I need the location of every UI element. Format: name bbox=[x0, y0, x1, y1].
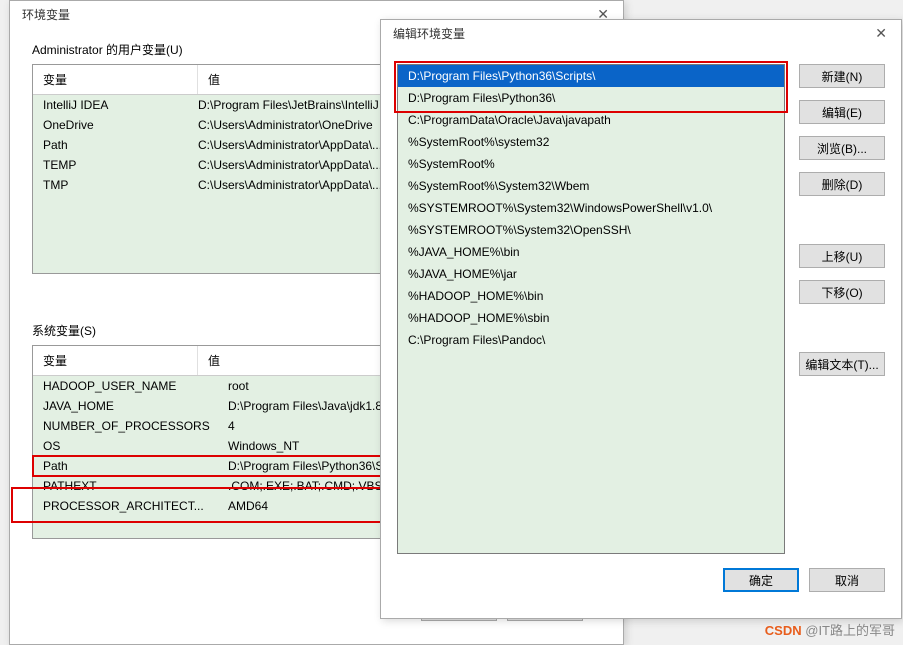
var-name: TMP bbox=[33, 178, 198, 192]
list-item[interactable]: %SystemRoot%\System32\Wbem bbox=[398, 175, 784, 197]
path-list[interactable]: D:\Program Files\Python36\Scripts\D:\Pro… bbox=[397, 64, 785, 554]
var-name: Path bbox=[33, 459, 228, 473]
var-name: Path bbox=[33, 138, 198, 152]
list-item[interactable]: %JAVA_HOME%\jar bbox=[398, 263, 784, 285]
dialog1-title: 环境变量 bbox=[22, 6, 70, 23]
var-name: HADOOP_USER_NAME bbox=[33, 379, 228, 393]
move-down-button[interactable]: 下移(O) bbox=[799, 280, 885, 304]
list-item[interactable]: %JAVA_HOME%\bin bbox=[398, 241, 784, 263]
ok-button[interactable]: 确定 bbox=[723, 568, 799, 592]
var-name: PROCESSOR_ARCHITECT... bbox=[33, 499, 228, 513]
dialog2-title: 编辑环境变量 bbox=[393, 25, 465, 42]
dialog2-body: D:\Program Files\Python36\Scripts\D:\Pro… bbox=[381, 46, 901, 568]
edit-env-var-dialog: 编辑环境变量 ✕ D:\Program Files\Python36\Scrip… bbox=[380, 19, 902, 619]
list-item[interactable]: D:\Program Files\Python36\Scripts\ bbox=[398, 65, 784, 87]
col-var[interactable]: 变量 bbox=[33, 65, 198, 94]
list-item[interactable]: C:\ProgramData\Oracle\Java\javapath bbox=[398, 109, 784, 131]
close-icon[interactable]: ✕ bbox=[869, 25, 893, 42]
cancel-button[interactable]: 取消 bbox=[809, 568, 885, 592]
var-name: OneDrive bbox=[33, 118, 198, 132]
list-item[interactable]: %HADOOP_HOME%\sbin bbox=[398, 307, 784, 329]
dialog2-titlebar: 编辑环境变量 ✕ bbox=[381, 20, 901, 46]
edit-button[interactable]: 编辑(E) bbox=[799, 100, 885, 124]
dialog2-footer: 确定 取消 bbox=[381, 568, 901, 606]
var-name: TEMP bbox=[33, 158, 198, 172]
csdn-logo: CSDN bbox=[765, 623, 802, 638]
watermark-author: @IT路上的军哥 bbox=[805, 623, 895, 638]
new-button[interactable]: 新建(N) bbox=[799, 64, 885, 88]
var-name: JAVA_HOME bbox=[33, 399, 228, 413]
list-item[interactable]: D:\Program Files\Python36\ bbox=[398, 87, 784, 109]
var-name: NUMBER_OF_PROCESSORS bbox=[33, 419, 228, 433]
delete-button[interactable]: 删除(D) bbox=[799, 172, 885, 196]
list-item[interactable]: %SystemRoot% bbox=[398, 153, 784, 175]
list-item[interactable]: %SystemRoot%\system32 bbox=[398, 131, 784, 153]
list-item[interactable]: %HADOOP_HOME%\bin bbox=[398, 285, 784, 307]
watermark: CSDN @IT路上的军哥 bbox=[765, 620, 895, 639]
browse-button[interactable]: 浏览(B)... bbox=[799, 136, 885, 160]
list-item[interactable]: C:\Program Files\Pandoc\ bbox=[398, 329, 784, 351]
list-item[interactable]: %SYSTEMROOT%\System32\WindowsPowerShell\… bbox=[398, 197, 784, 219]
var-name: IntelliJ IDEA bbox=[33, 98, 198, 112]
list-item[interactable]: %SYSTEMROOT%\System32\OpenSSH\ bbox=[398, 219, 784, 241]
dialog2-side-buttons: 新建(N) 编辑(E) 浏览(B)... 删除(D) 上移(U) 下移(O) 编… bbox=[799, 64, 885, 554]
move-up-button[interactable]: 上移(U) bbox=[799, 244, 885, 268]
var-name: PATHEXT bbox=[33, 479, 228, 493]
col-var[interactable]: 变量 bbox=[33, 346, 198, 375]
edit-text-button[interactable]: 编辑文本(T)... bbox=[799, 352, 885, 376]
var-name: OS bbox=[33, 439, 228, 453]
